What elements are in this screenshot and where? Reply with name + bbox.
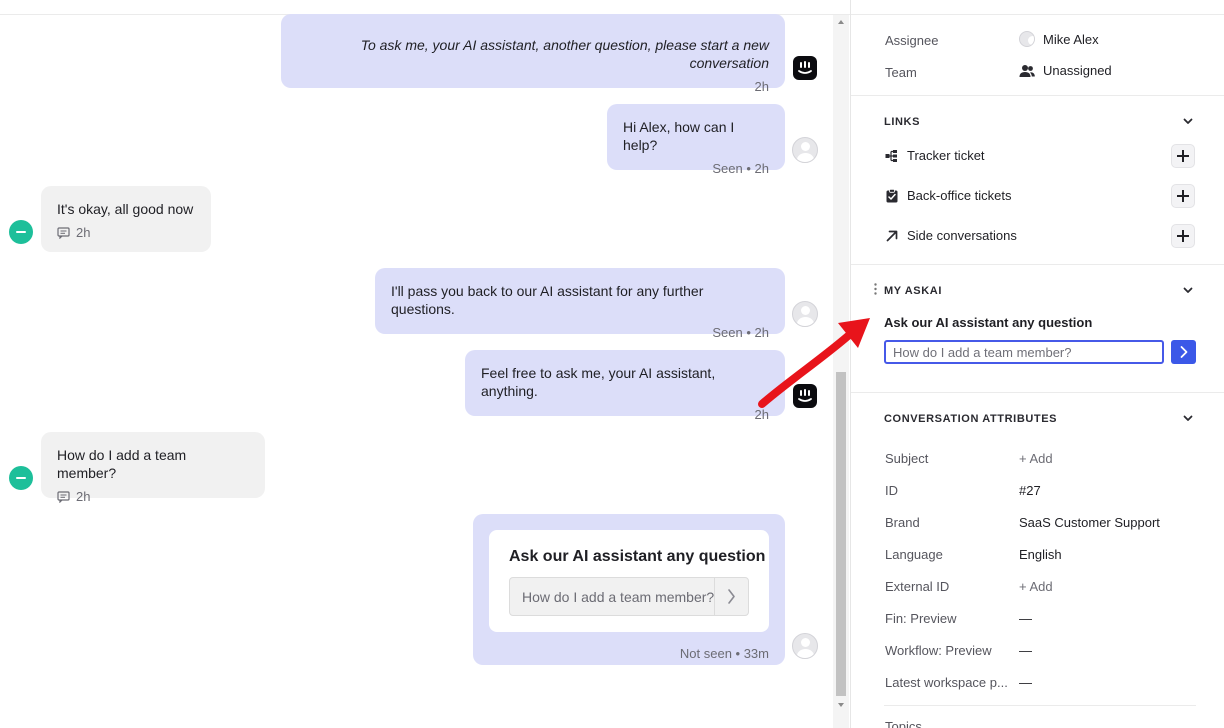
link-tracker-ticket[interactable]: Tracker ticket xyxy=(885,148,985,163)
attribute-label: Subject xyxy=(885,451,929,466)
message-bubble[interactable]: I'll pass you back to our AI assistant f… xyxy=(375,268,785,340)
add-side-conversation-button[interactable] xyxy=(1171,224,1195,248)
message-meta: 2h xyxy=(76,489,91,504)
card-submit-button[interactable] xyxy=(714,578,748,615)
message-meta-row: 2h xyxy=(57,488,249,506)
attribute-label: Workflow: Preview xyxy=(885,643,992,658)
message-text: It's okay, all good now xyxy=(57,201,194,217)
message-meta: 2h xyxy=(76,225,91,240)
attribute-label: Language xyxy=(885,547,943,562)
add-tracker-ticket-button[interactable] xyxy=(1171,144,1195,168)
ai-card-message: Ask our AI assistant any question Not se… xyxy=(473,514,785,665)
app-root: To ask me, your AI assistant, another qu… xyxy=(0,0,1224,728)
divider xyxy=(851,14,1224,15)
scrollbar-thumb[interactable] xyxy=(836,372,846,696)
askai-prompt: Ask our AI assistant any question xyxy=(884,315,1093,330)
drag-handle-icon[interactable] xyxy=(874,283,877,295)
link-label: Back-office tickets xyxy=(907,188,1012,203)
user-avatar-icon xyxy=(792,633,818,659)
link-label: Side conversations xyxy=(907,228,1017,243)
customer-avatar-icon xyxy=(9,220,33,244)
assignee-label: Assignee xyxy=(885,33,939,48)
attribute-label: Latest workspace p... xyxy=(885,675,1008,690)
attribute-value[interactable]: — xyxy=(1019,611,1032,626)
attribute-value[interactable]: SaaS Customer Support xyxy=(1019,515,1160,530)
subject-add-button[interactable]: + Add xyxy=(1019,451,1053,466)
attribute-label: External ID xyxy=(885,579,950,594)
topics-section-title[interactable]: Topics xyxy=(885,719,922,728)
note-icon xyxy=(57,491,70,503)
team-value[interactable]: Unassigned xyxy=(1019,63,1112,78)
message-meta: 2h xyxy=(754,79,769,94)
message-text: Feel free to ask me, your AI assistant, … xyxy=(481,365,716,399)
note-icon xyxy=(57,227,70,239)
divider xyxy=(851,264,1224,265)
customer-avatar-icon xyxy=(9,466,33,490)
scroll-up-arrow-icon[interactable] xyxy=(836,17,846,27)
divider xyxy=(851,95,1224,96)
team-icon xyxy=(1019,64,1035,77)
divider xyxy=(851,392,1224,393)
scroll-down-arrow-icon[interactable] xyxy=(836,700,846,710)
message-meta: Seen • 2h xyxy=(712,161,769,176)
attribute-value: #27 xyxy=(1019,483,1041,498)
chevron-down-icon[interactable] xyxy=(1181,411,1195,425)
links-section-title: LINKS xyxy=(884,116,920,128)
conversation-pane: To ask me, your AI assistant, another qu… xyxy=(0,0,832,728)
message-bubble[interactable]: Hi Alex, how can I help? Seen • 2h xyxy=(607,104,785,176)
assignee-value[interactable]: Mike Alex xyxy=(1019,31,1099,47)
attribute-value[interactable]: — xyxy=(1019,643,1032,658)
chevron-right-icon xyxy=(728,589,735,604)
add-back-office-ticket-button[interactable] xyxy=(1171,184,1195,208)
user-avatar-icon xyxy=(792,137,818,163)
message-text: Hi Alex, how can I help? xyxy=(623,119,735,153)
external-id-add-button[interactable]: + Add xyxy=(1019,579,1053,594)
assignee-name: Mike Alex xyxy=(1043,31,1099,47)
clipboard-icon xyxy=(886,188,898,202)
user-avatar-icon xyxy=(1019,31,1035,47)
bot-logo-icon xyxy=(793,384,817,408)
attribute-label: Brand xyxy=(885,515,920,530)
tracker-icon xyxy=(885,149,897,162)
chevron-right-icon xyxy=(1180,346,1188,358)
ai-question-card: Ask our AI assistant any question xyxy=(489,530,769,632)
message-text: To ask me, your AI assistant, another qu… xyxy=(360,37,769,71)
attribute-label: ID xyxy=(885,483,898,498)
chevron-down-icon[interactable] xyxy=(1181,283,1195,297)
chevron-down-icon[interactable] xyxy=(1181,114,1195,128)
bot-logo-icon xyxy=(793,56,817,80)
askai-section-title: MY ASKAI xyxy=(884,285,942,297)
askai-question-field xyxy=(884,340,1164,364)
message-bubble[interactable]: How do I add a team member? 2h xyxy=(41,432,265,504)
attribute-label: Fin: Preview xyxy=(885,611,957,626)
askai-send-button[interactable] xyxy=(1171,340,1196,364)
arrow-up-right-icon xyxy=(886,230,898,241)
message-meta-row: 2h xyxy=(57,224,195,242)
message-bubble[interactable]: It's okay, all good now 2h xyxy=(41,186,211,252)
message-meta: Not seen • 33m xyxy=(679,646,769,661)
attribute-value[interactable]: English xyxy=(1019,547,1062,562)
user-avatar-icon xyxy=(792,301,818,327)
divider xyxy=(884,705,1196,706)
card-question-field xyxy=(509,577,749,616)
card-title: Ask our AI assistant any question xyxy=(509,548,766,565)
card-question-input[interactable] xyxy=(510,578,716,615)
team-name: Unassigned xyxy=(1043,63,1112,78)
team-label: Team xyxy=(885,65,917,80)
askai-question-input[interactable] xyxy=(886,342,1162,362)
link-side-conversations[interactable]: Side conversations xyxy=(885,228,1017,243)
details-panel: Assignee Mike Alex Team Unassigned LINKS… xyxy=(850,0,1224,728)
message-meta: 2h xyxy=(754,407,769,422)
message-text: How do I add a team member? xyxy=(57,447,187,481)
link-label: Tracker ticket xyxy=(907,148,985,163)
message-bubble[interactable]: To ask me, your AI assistant, another qu… xyxy=(281,14,785,94)
attribute-value[interactable]: — xyxy=(1019,675,1032,690)
message-meta: Seen • 2h xyxy=(712,325,769,340)
message-bubble[interactable]: Feel free to ask me, your AI assistant, … xyxy=(465,350,785,422)
message-text: I'll pass you back to our AI assistant f… xyxy=(391,283,704,317)
link-back-office-tickets[interactable]: Back-office tickets xyxy=(885,188,1012,203)
attributes-section-title: CONVERSATION ATTRIBUTES xyxy=(884,413,1058,425)
